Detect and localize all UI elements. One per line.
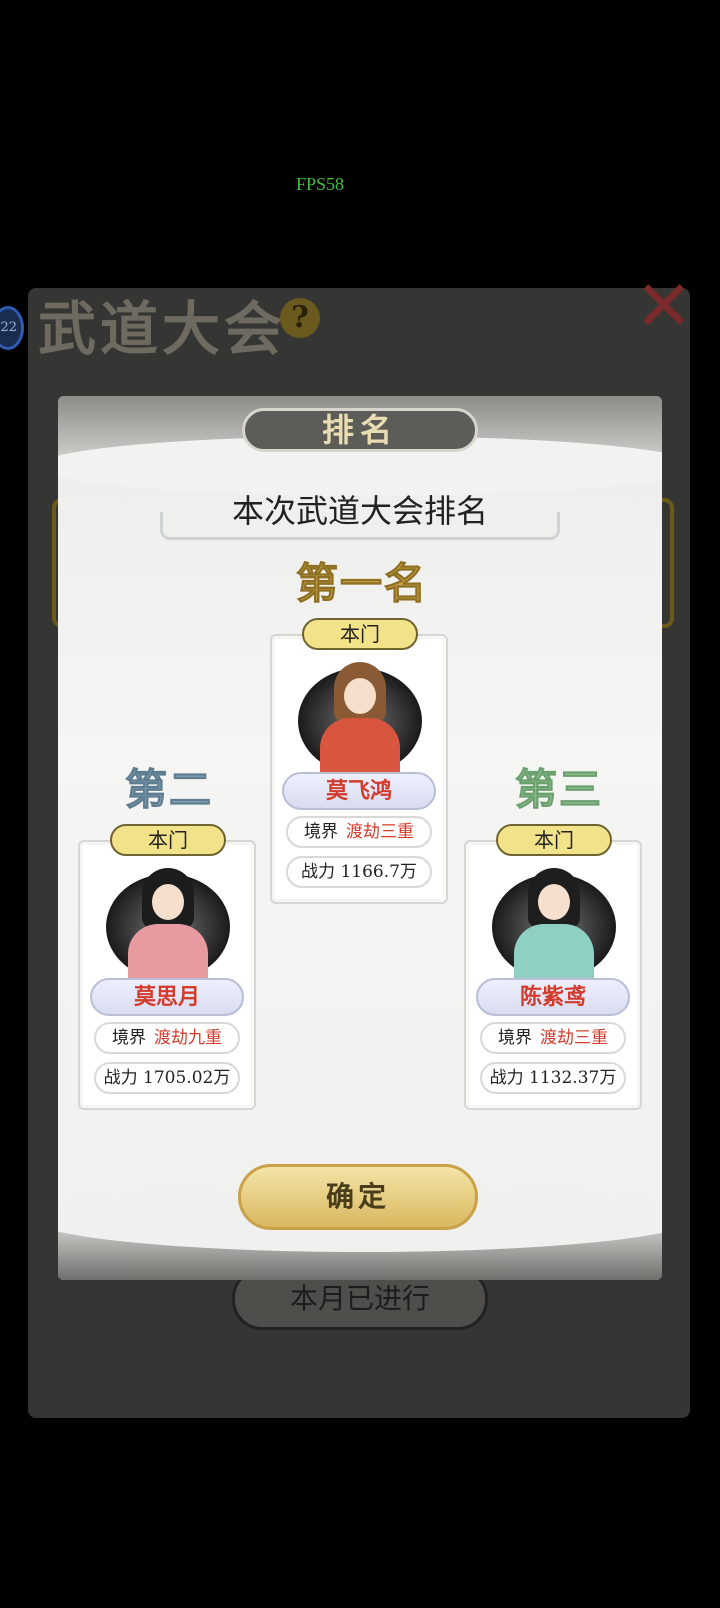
power-label: 战力 [489,1068,524,1088]
realm-info: 境界 渡劫九重 [94,1022,240,1054]
power-info: 战力 1705.02万 [94,1062,240,1094]
power-label: 战力 [103,1068,138,1088]
rank-card-third: 本门 陈紫鸢 境界 渡劫三重 战力 1132.37万 [464,824,642,1110]
power-label: 战力 [301,862,336,882]
character-portrait [292,654,428,778]
power-info: 战力 1132.37万 [480,1062,626,1094]
realm-label: 境界 [112,1028,146,1048]
sect-tag: 本门 [496,824,612,856]
rank-card-first: 本门 莫飞鸿 境界 渡劫三重 战力 1166.7万 [270,618,448,904]
character-portrait [486,860,622,984]
character-name: 陈紫鸢 [476,978,630,1016]
rank-label-first: 第一名 [295,559,428,609]
character-portrait [100,860,236,984]
realm-label: 境界 [498,1028,532,1048]
realm-value: 渡劫九重 [154,1028,222,1048]
power-info: 战力 1166.7万 [286,856,432,888]
character-name: 莫思月 [90,978,244,1016]
realm-value: 渡劫三重 [540,1028,608,1048]
power-value: 1132.37万 [529,1068,617,1088]
rank-card-second: 本门 莫思月 境界 渡劫九重 战力 1705.02万 [78,824,256,1110]
close-icon[interactable]: ✕ [634,271,694,341]
realm-info: 境界 渡劫三重 [286,816,432,848]
background-title: 武道大会 [38,295,287,363]
character-name: 莫飞鸿 [282,772,436,810]
level-badge: 22 [0,306,24,350]
sect-tag: 本门 [302,618,418,650]
power-value: 1166.7万 [340,862,417,882]
sect-tag: 本门 [110,824,226,856]
modal-title-tab: 排名 [242,408,478,452]
confirm-button[interactable]: 确定 [238,1164,478,1230]
modal-subtitle: 本次武道大会排名 [231,492,488,530]
realm-value: 渡劫三重 [346,822,414,842]
fps-counter: FPS58 [296,174,345,194]
help-icon[interactable]: ? [280,298,320,338]
realm-info: 境界 渡劫三重 [480,1022,626,1054]
power-value: 1705.02万 [143,1068,231,1088]
realm-label: 境界 [304,822,338,842]
